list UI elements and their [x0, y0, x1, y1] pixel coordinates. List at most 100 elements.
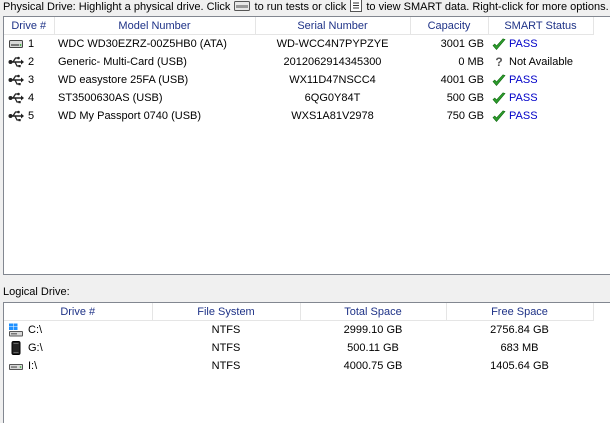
- logical-drive-cell: I:\: [4, 357, 152, 375]
- col-header-free-space[interactable]: Free Space: [446, 303, 594, 321]
- physical-drive-caption: Physical Drive: Highlight a physical dri…: [3, 0, 609, 13]
- col-header-drive-num[interactable]: Drive #: [4, 17, 55, 35]
- col-header-logical-drive-num[interactable]: Drive #: [4, 303, 153, 321]
- col-header-model-number[interactable]: Model Number: [54, 17, 256, 35]
- smart-status-text: PASS: [509, 74, 538, 86]
- external-drive-icon: [8, 341, 24, 355]
- file-system-cell: NTFS: [211, 324, 241, 336]
- physical-drive-row[interactable]: 4 ST3500630AS (USB) 6QG0Y84T 500 GB PASS: [4, 89, 593, 107]
- logical-drive-row[interactable]: G:\ NTFS 500.11 GB 683 MB: [4, 339, 593, 357]
- drive-number: 3: [28, 74, 35, 86]
- smart-status-cell: ? Not Available: [488, 53, 593, 71]
- physical-header-row: Drive # Model Number Serial Number Capac…: [4, 17, 594, 35]
- logical-drive-wrap: I:\: [8, 359, 148, 373]
- drive-num-cell: 1: [4, 35, 54, 54]
- physical-drive-row[interactable]: 2 Generic- Multi-Card (USB) 20120629143453…: [4, 53, 593, 71]
- drive-num-cell: 2: [4, 53, 54, 71]
- smart-status-text: PASS: [509, 38, 538, 50]
- free-space-cell: 1405.64 GB: [490, 360, 549, 372]
- drive-num-wrap: 1: [8, 37, 50, 51]
- smart-status-cell: PASS: [488, 71, 593, 89]
- smart-status-text: PASS: [509, 110, 538, 122]
- total-space-cell: 500.11 GB: [347, 342, 399, 354]
- drive-num-wrap: 5: [8, 109, 50, 123]
- model-number-cell: WD My Passport 0740 (USB): [58, 110, 202, 122]
- smart-status-cell: PASS: [488, 35, 593, 54]
- logical-drive-letter: C:\: [28, 324, 43, 336]
- logical-drive-row[interactable]: I:\ NTFS 4000.75 GB 1405.64 GB: [4, 357, 593, 375]
- drive-num-wrap: 3: [8, 73, 50, 87]
- drive-num-wrap: 4: [8, 91, 50, 105]
- model-number-cell: Generic- Multi-Card (USB): [58, 56, 187, 68]
- internal-hdd-icon: [8, 37, 24, 51]
- physical-drive-table: Drive # Model Number Serial Number Capac…: [4, 17, 594, 125]
- total-space-cell: 4000.75 GB: [343, 360, 403, 372]
- smart-status-wrap: PASS: [492, 109, 589, 123]
- drive-icon: [8, 359, 24, 373]
- physical-caption-part2: to run tests or click: [254, 1, 347, 13]
- green-check-icon: [492, 91, 506, 105]
- capacity-cell: 3001 GB: [440, 38, 484, 50]
- physical-drive-row[interactable]: 1 WDC WD30EZRZ-00Z5HB0 (ATA) WD-WCC4N7PYPZ…: [4, 35, 593, 54]
- smart-status-wrap: PASS: [492, 73, 589, 87]
- physical-drive-row[interactable]: 5 WD My Passport 0740 (USB) WXS1A81V2978 75…: [4, 107, 593, 125]
- serial-number-cell: WD-WCC4N7PYPZYE: [276, 38, 389, 50]
- col-header-smart-status[interactable]: SMART Status: [488, 17, 594, 35]
- drive-number: 5: [28, 110, 35, 122]
- drive-num-cell: 4: [4, 89, 54, 107]
- run-tests-icon: [234, 1, 251, 11]
- physical-drive-row[interactable]: 3 WD easystore 25FA (USB) WX11D47NSCC4 4001…: [4, 71, 593, 89]
- physical-caption-part1: Physical Drive: Highlight a physical dri…: [3, 1, 231, 13]
- logical-drive-table: Drive # File System Total Space Free Spa…: [4, 303, 594, 375]
- logical-drive-cell: C:\: [4, 321, 152, 340]
- smart-status-wrap: PASS: [492, 91, 589, 105]
- model-number-cell: WD easystore 25FA (USB): [58, 74, 189, 86]
- logical-drive-list[interactable]: Drive # File System Total Space Free Spa…: [3, 302, 610, 423]
- usb-icon: [8, 109, 24, 123]
- drive-num-cell: 5: [4, 107, 54, 125]
- green-check-icon: [492, 109, 506, 123]
- usb-icon: [8, 91, 24, 105]
- logical-drive-row[interactable]: C:\ NTFS 2999.10 GB 2756.84 GB: [4, 321, 593, 340]
- physical-caption-part3: to view SMART data. Right-click for more…: [366, 1, 609, 13]
- smart-status-wrap: ? Not Available: [492, 55, 589, 69]
- smart-status-cell: PASS: [488, 107, 593, 125]
- free-space-cell: 2756.84 GB: [490, 324, 549, 336]
- logical-drive-wrap: G:\: [8, 341, 148, 355]
- model-number-cell: ST3500630AS (USB): [58, 92, 163, 104]
- smart-status-text: Not Available: [509, 56, 574, 68]
- serial-number-cell: WX11D47NSCC4: [289, 74, 376, 86]
- capacity-cell: 4001 GB: [440, 74, 484, 86]
- col-header-serial-number[interactable]: Serial Number: [255, 17, 411, 35]
- capacity-cell: 500 GB: [446, 92, 484, 104]
- col-header-total-space[interactable]: Total Space: [300, 303, 447, 321]
- drive-number: 1: [28, 38, 35, 50]
- drive-num-wrap: 2: [8, 55, 50, 69]
- physical-drive-list[interactable]: Drive # Model Number Serial Number Capac…: [3, 16, 610, 275]
- model-number-cell: WDC WD30EZRZ-00Z5HB0 (ATA): [58, 38, 227, 50]
- drive-number: 2: [28, 56, 35, 68]
- col-header-capacity[interactable]: Capacity: [410, 17, 489, 35]
- smart-status-wrap: PASS: [492, 37, 589, 51]
- smart-data-icon: [350, 0, 363, 12]
- drive-number: 4: [28, 92, 35, 104]
- file-system-cell: NTFS: [211, 360, 241, 372]
- file-system-cell: NTFS: [211, 342, 241, 354]
- logical-drive-cell: G:\: [4, 339, 152, 357]
- windows-drive-icon: [8, 323, 24, 337]
- green-check-icon: [492, 73, 506, 87]
- serial-number-cell: 6QG0Y84T: [304, 92, 361, 104]
- logical-header-row: Drive # File System Total Space Free Spa…: [4, 303, 594, 321]
- free-space-cell: 683 MB: [500, 342, 539, 354]
- logical-drive-letter: I:\: [28, 360, 38, 372]
- logical-drive-letter: G:\: [28, 342, 43, 354]
- smart-status-text: PASS: [509, 92, 538, 104]
- usb-icon: [8, 55, 24, 69]
- serial-number-cell: WXS1A81V2978: [291, 110, 374, 122]
- serial-number-cell: 2012062914345300: [283, 56, 382, 68]
- capacity-cell: 750 GB: [446, 110, 484, 122]
- total-space-cell: 2999.10 GB: [343, 324, 403, 336]
- logical-drive-caption: Logical Drive:: [3, 286, 70, 298]
- usb-icon: [8, 73, 24, 87]
- col-header-file-system[interactable]: File System: [152, 303, 301, 321]
